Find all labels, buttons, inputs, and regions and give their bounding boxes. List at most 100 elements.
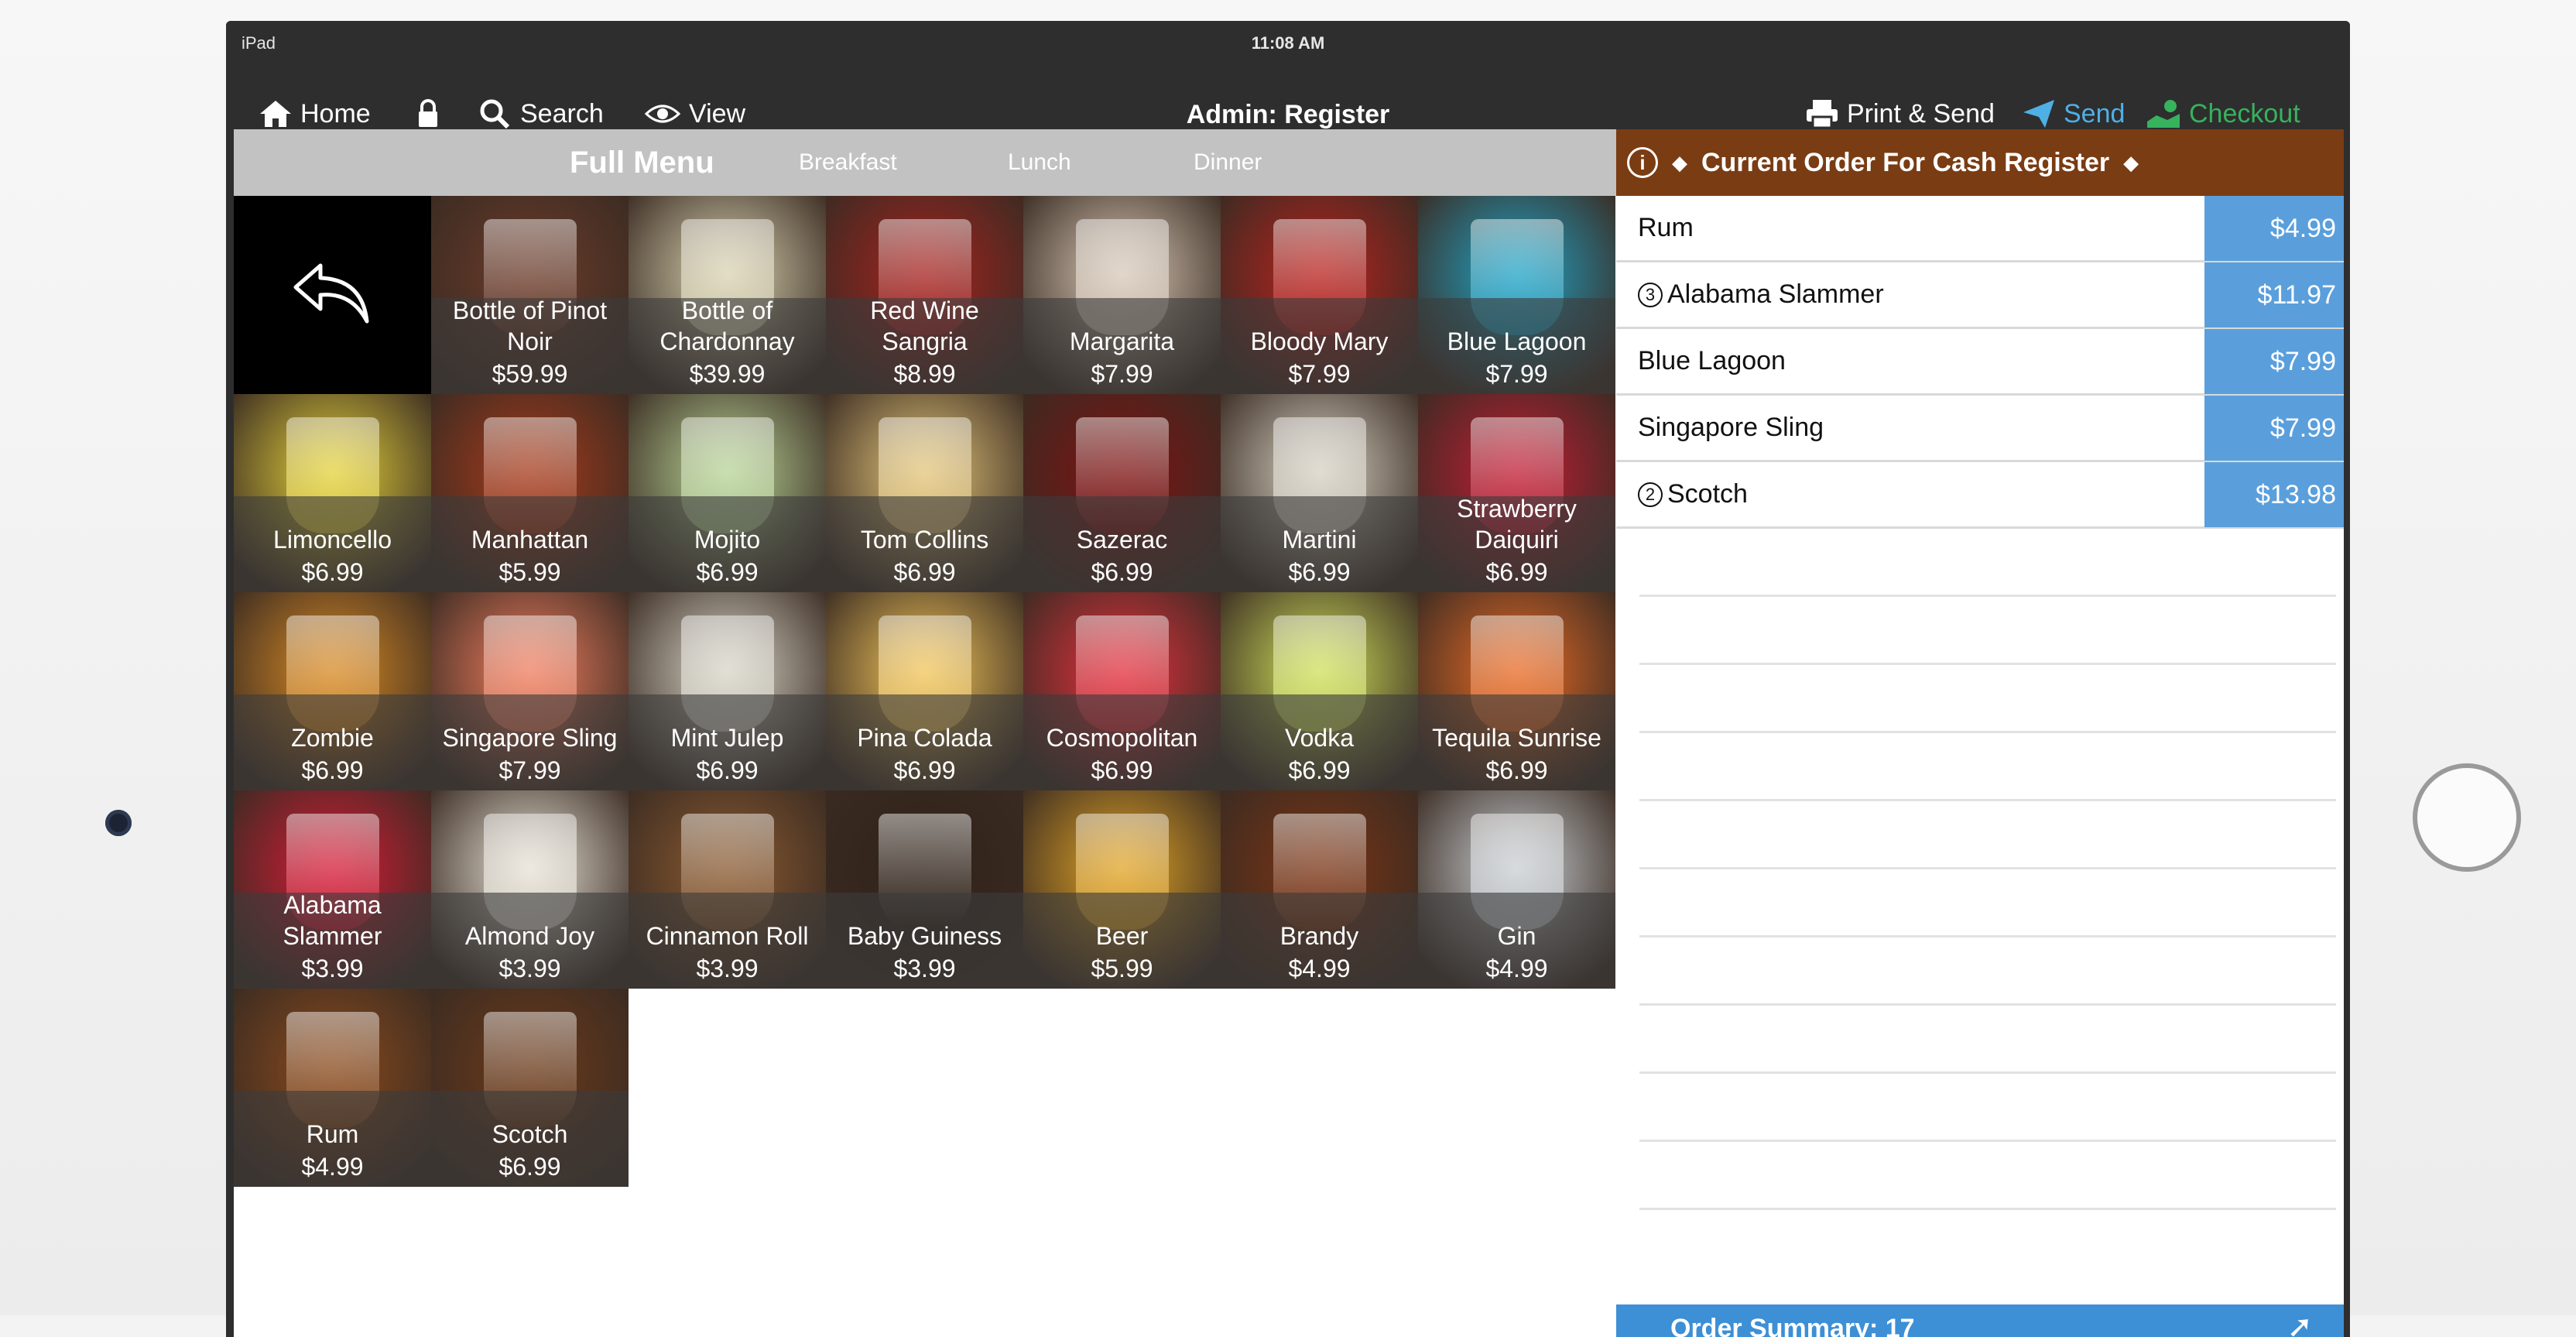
menu-item-tile[interactable]: Pina Colada $6.99	[826, 592, 1023, 790]
menu-item-tile[interactable]: Cosmopolitan $6.99	[1023, 592, 1221, 790]
menu-item-name: Blue Lagoon	[1447, 327, 1587, 355]
menu-item-name: Brandy	[1279, 922, 1359, 950]
checkout-label: Checkout	[2189, 98, 2300, 129]
menu-item-tile[interactable]: Gin $4.99	[1418, 790, 1615, 989]
status-time: 11:08 AM	[1251, 33, 1325, 53]
menu-item-price: $3.99	[498, 955, 561, 982]
menu-item-tile[interactable]: Mint Julep $6.99	[629, 592, 826, 790]
send-button[interactable]: Send	[2022, 98, 2125, 129]
tab-lunch[interactable]: Lunch	[1008, 129, 1071, 196]
order-row[interactable]: 3 Alabama Slammer $11.97	[1616, 262, 2344, 329]
tab-full-menu[interactable]: Full Menu	[570, 129, 714, 196]
menu-item-tile[interactable]: Almond Joy $3.99	[431, 790, 629, 989]
menu-item-name: Almond Joy	[464, 922, 595, 950]
menu-item-tile[interactable]: Martini $6.99	[1221, 394, 1418, 592]
menu-tabs: Full Menu Breakfast Lunch Dinner	[234, 129, 1616, 196]
device-home-button[interactable]	[2413, 763, 2521, 872]
menu-item-tile[interactable]: Singapore Sling $7.99	[431, 592, 629, 790]
menu-item-tile[interactable]: Manhattan $5.99	[431, 394, 629, 592]
menu-item-tile[interactable]: Scotch $6.99	[431, 989, 629, 1187]
order-item-name: Singapore Sling	[1638, 413, 1824, 442]
menu-item-tile[interactable]: Mojito $6.99	[629, 394, 826, 592]
menu-item-price: $6.99	[301, 756, 364, 784]
menu-item-price: $3.99	[301, 955, 364, 982]
order-list: Rum $4.99 3 Alabama Slammer $11.97 Blue Lagoo…	[1616, 196, 2344, 1210]
menu-item-price: $6.99	[1288, 756, 1351, 784]
menu-item-price: $7.99	[498, 756, 561, 784]
order-summary-bar[interactable]: Order Summary: 17 ➚	[1616, 1304, 2344, 1337]
menu-item-tile[interactable]: Zombie $6.99	[234, 592, 431, 790]
menu-item-price: $3.99	[893, 955, 956, 982]
expand-arrow-icon: ➚	[2287, 1310, 2313, 1337]
menu-item-name: Beer	[1095, 922, 1149, 950]
back-arrow-icon	[293, 263, 369, 324]
order-item: Blue Lagoon	[1638, 346, 1786, 376]
info-icon[interactable]: i	[1627, 147, 1658, 178]
menu-item-tile[interactable]: Bloody Mary $7.99	[1221, 196, 1418, 394]
send-label: Send	[2064, 98, 2126, 129]
empty-order-line	[1639, 1006, 2336, 1074]
menu-grid: Bottle of Pinot Noir $59.99 Bottle of Char…	[234, 196, 1616, 1187]
menu-item-name: Cosmopolitan	[1046, 724, 1198, 752]
menu-item-tile[interactable]: Rum $4.99	[234, 989, 431, 1187]
order-item: Rum	[1638, 213, 1694, 243]
menu-item-name: Singapore Sling	[442, 724, 618, 752]
diamond-icon: ◆	[2123, 150, 2139, 174]
menu-item-price: $8.99	[893, 360, 956, 388]
menu-item-tile[interactable]: Baby Guiness $3.99	[826, 790, 1023, 989]
order-row[interactable]: Blue Lagoon $7.99	[1616, 329, 2344, 396]
menu-item-tile[interactable]: Brandy $4.99	[1221, 790, 1418, 989]
menu-item-price: $6.99	[696, 756, 759, 784]
menu-item-name: Bottle of Pinot Noir	[452, 297, 608, 355]
menu-item-tile[interactable]: Sazerac $6.99	[1023, 394, 1221, 592]
menu-item-tile[interactable]: Bottle of Pinot Noir $59.99	[431, 196, 629, 394]
order-summary-label: Order Summary: 17	[1670, 1314, 1915, 1337]
menu-item-price: $7.99	[1485, 360, 1548, 388]
menu-item-name: Scotch	[492, 1120, 568, 1148]
back-button[interactable]	[234, 196, 431, 394]
order-row[interactable]: 2 Scotch $13.98	[1616, 462, 2344, 529]
menu-item-tile[interactable]: Cinnamon Roll $3.99	[629, 790, 826, 989]
order-item: 3 Alabama Slammer	[1638, 279, 1884, 310]
ipad-device: iPad 11:08 AM Home Search View Admin: Re…	[0, 0, 2576, 1337]
checkout-button[interactable]: Checkout	[2146, 98, 2300, 129]
menu-item-tile[interactable]: Blue Lagoon $7.99	[1418, 196, 1615, 394]
menu-item-price: $6.99	[1288, 558, 1351, 586]
empty-order-line	[1639, 733, 2336, 801]
menu-item-name: Bottle of Chardonnay	[659, 297, 795, 355]
menu-item-name: Strawberry Daiquiri	[1457, 495, 1577, 554]
print-send-button[interactable]: Print & Send	[1805, 98, 1995, 129]
menu-item-tile[interactable]: Limoncello $6.99	[234, 394, 431, 592]
menu-item-price: $6.99	[893, 756, 956, 784]
menu-item-name: Red Wine Sangria	[870, 297, 979, 355]
order-row[interactable]: Singapore Sling $7.99	[1616, 396, 2344, 462]
menu-item-tile[interactable]: Strawberry Daiquiri $6.99	[1418, 394, 1615, 592]
menu-item-price: $7.99	[1091, 360, 1153, 388]
menu-item-tile[interactable]: Beer $5.99	[1023, 790, 1221, 989]
menu-item-name: Mojito	[694, 526, 761, 554]
tab-dinner[interactable]: Dinner	[1194, 129, 1262, 196]
print-send-label: Print & Send	[1847, 98, 1995, 129]
order-item-name: Rum	[1638, 213, 1694, 242]
menu-item-tile[interactable]: Alabama Slammer $3.99	[234, 790, 431, 989]
tab-breakfast[interactable]: Breakfast	[799, 129, 897, 196]
menu-item-price: $6.99	[893, 558, 956, 586]
menu-item-tile[interactable]: Tom Collins $6.99	[826, 394, 1023, 592]
menu-item-tile[interactable]: Tequila Sunrise $6.99	[1418, 592, 1615, 790]
menu-item-price: $59.99	[492, 360, 568, 388]
menu-item-name: Margarita	[1069, 327, 1175, 355]
checkout-icon	[2147, 100, 2180, 128]
empty-order-line	[1639, 1142, 2336, 1210]
order-item-name: Blue Lagoon	[1638, 346, 1786, 375]
menu-item-name: Martini	[1282, 526, 1357, 554]
menu-item-price: $39.99	[689, 360, 766, 388]
order-row[interactable]: Rum $4.99	[1616, 196, 2344, 262]
empty-order-line	[1639, 869, 2336, 938]
menu-item-tile[interactable]: Bottle of Chardonnay $39.99	[629, 196, 826, 394]
menu-item-tile[interactable]: Vodka $6.99	[1221, 592, 1418, 790]
menu-item-tile[interactable]: Red Wine Sangria $8.99	[826, 196, 1023, 394]
empty-order-line	[1639, 1074, 2336, 1142]
menu-item-price: $7.99	[1288, 360, 1351, 388]
menu-item-tile[interactable]: Margarita $7.99	[1023, 196, 1221, 394]
order-title: Current Order For Cash Register	[1701, 147, 2110, 177]
